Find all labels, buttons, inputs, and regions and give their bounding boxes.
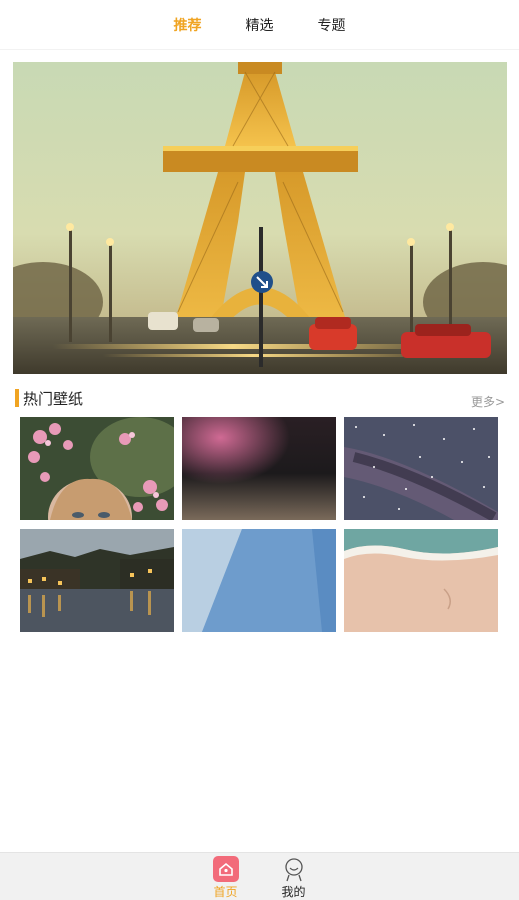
blurred-dark-image <box>182 417 336 520</box>
wallpaper-thumbnail[interactable] <box>182 417 336 520</box>
tab-topics[interactable]: 专题 <box>318 11 346 39</box>
wallpaper-thumbnail[interactable] <box>20 529 174 632</box>
tab-featured[interactable]: 精选 <box>246 11 274 39</box>
nav-mine-label: 我的 <box>281 885 306 899</box>
user-icon <box>284 858 303 882</box>
section-accent-bar <box>15 389 19 407</box>
top-tab-bar: 推荐 精选 专题 <box>0 0 519 50</box>
more-link[interactable]: 更多> <box>471 393 505 410</box>
home-icon <box>212 856 239 882</box>
wallpaper-grid <box>20 417 499 632</box>
app-root: 推荐 精选 专题 热门壁纸 更多> 首页 我的 <box>0 0 519 900</box>
blossom-portrait-image <box>20 417 174 520</box>
nav-mine[interactable]: 我的 <box>270 853 318 900</box>
nav-home[interactable]: 首页 <box>202 853 250 900</box>
section-title: 热门壁纸 <box>23 389 84 408</box>
hero-banner[interactable] <box>13 62 507 374</box>
section-title-wrap: 热门壁纸 <box>15 388 83 409</box>
tab-recommend[interactable]: 推荐 <box>174 11 202 39</box>
blue-abstract-image <box>182 529 336 632</box>
bottom-nav-bar: 首页 我的 <box>0 852 519 900</box>
wallpaper-thumbnail[interactable] <box>20 417 174 520</box>
wallpaper-thumbnail[interactable] <box>344 417 498 520</box>
nav-home-label: 首页 <box>213 885 238 899</box>
canal-town-image <box>20 529 174 632</box>
wallpaper-thumbnail[interactable] <box>182 529 336 632</box>
milky-way-image <box>344 417 498 520</box>
hero-banner-image <box>13 62 507 374</box>
beach-aerial-image <box>344 529 498 632</box>
hot-wallpapers-header: 热门壁纸 更多> <box>15 386 505 410</box>
wallpaper-thumbnail[interactable] <box>344 529 498 632</box>
